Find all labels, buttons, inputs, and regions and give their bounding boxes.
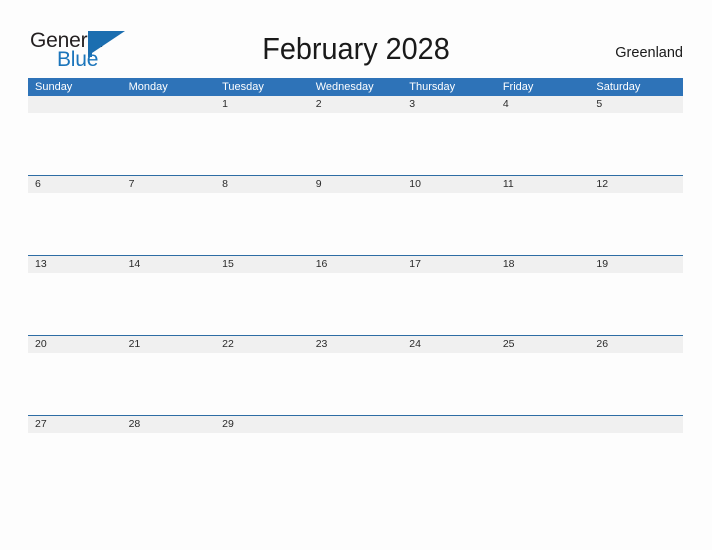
day-cell[interactable]: [402, 416, 496, 433]
week-note-area[interactable]: [28, 433, 683, 495]
day-cell[interactable]: 1: [215, 96, 309, 113]
country-label: Greenland: [615, 45, 683, 61]
day-cell[interactable]: 19: [589, 256, 683, 273]
day-header-saturday: Saturday: [596, 81, 641, 93]
week-note-area[interactable]: [28, 353, 683, 415]
day-cell[interactable]: 20: [28, 336, 122, 353]
day-cell[interactable]: 14: [122, 256, 216, 273]
page-title: February 2028: [262, 31, 450, 66]
day-header-tuesday: Tuesday: [222, 81, 264, 93]
day-cell[interactable]: 17: [402, 256, 496, 273]
day-header-sunday: Sunday: [35, 81, 73, 93]
page-header: General Blue February 2028 Greenland: [0, 0, 712, 78]
day-header-thursday: Thursday: [409, 81, 456, 93]
day-cell[interactable]: 15: [215, 256, 309, 273]
day-cell[interactable]: 11: [496, 176, 590, 193]
day-cell[interactable]: 13: [28, 256, 122, 273]
day-cell[interactable]: 22: [215, 336, 309, 353]
day-cell[interactable]: 16: [309, 256, 403, 273]
day-cell[interactable]: 25: [496, 336, 590, 353]
day-cell[interactable]: 23: [309, 336, 403, 353]
day-cell[interactable]: [309, 416, 403, 433]
day-cell[interactable]: 12: [589, 176, 683, 193]
day-cell[interactable]: [122, 96, 216, 113]
day-cell[interactable]: 21: [122, 336, 216, 353]
day-cell[interactable]: [589, 416, 683, 433]
day-cell[interactable]: 18: [496, 256, 590, 273]
day-cell[interactable]: 27: [28, 416, 122, 433]
day-cell[interactable]: 8: [215, 176, 309, 193]
day-cell[interactable]: 5: [589, 96, 683, 113]
day-cell[interactable]: 6: [28, 176, 122, 193]
day-header-monday: Monday: [128, 81, 168, 93]
week-date-strip: 13 14 15 16 17 18 19: [28, 256, 683, 273]
day-cell[interactable]: 29: [215, 416, 309, 433]
calendar-week-row: 13 14 15 16 17 18 19: [28, 255, 683, 335]
calendar-week-row: 20 21 22 23 24 25 26: [28, 335, 683, 415]
day-cell[interactable]: 24: [402, 336, 496, 353]
day-cell[interactable]: 3: [402, 96, 496, 113]
day-header-friday: Friday: [502, 81, 534, 93]
calendar-table: Sunday Monday Tuesday Wednesday Thursday…: [28, 78, 683, 495]
calendar-week-row: 6 7 8 9 10 11 12: [28, 175, 683, 255]
calendar-week-row: 1 2 3 4 5: [28, 96, 683, 175]
week-note-area[interactable]: [28, 273, 683, 335]
day-cell[interactable]: [28, 96, 122, 113]
day-cell[interactable]: 26: [589, 336, 683, 353]
day-cell[interactable]: 2: [309, 96, 403, 113]
calendar-week-row: 27 28 29: [28, 415, 683, 495]
day-cell[interactable]: 28: [122, 416, 216, 433]
day-cell[interactable]: 9: [309, 176, 403, 193]
day-cell[interactable]: 10: [402, 176, 496, 193]
day-cell[interactable]: [496, 416, 590, 433]
week-date-strip: 20 21 22 23 24 25 26: [28, 336, 683, 353]
week-date-strip: 27 28 29: [28, 416, 683, 433]
week-note-area[interactable]: [28, 113, 683, 175]
week-date-strip: 6 7 8 9 10 11 12: [28, 176, 683, 193]
week-date-strip: 1 2 3 4 5: [28, 96, 683, 113]
day-cell[interactable]: 7: [122, 176, 216, 193]
day-header-wednesday: Wednesday: [315, 81, 374, 93]
week-note-area[interactable]: [28, 193, 683, 255]
day-cell[interactable]: 4: [496, 96, 590, 113]
calendar-day-header-row: Sunday Monday Tuesday Wednesday Thursday…: [28, 78, 683, 96]
